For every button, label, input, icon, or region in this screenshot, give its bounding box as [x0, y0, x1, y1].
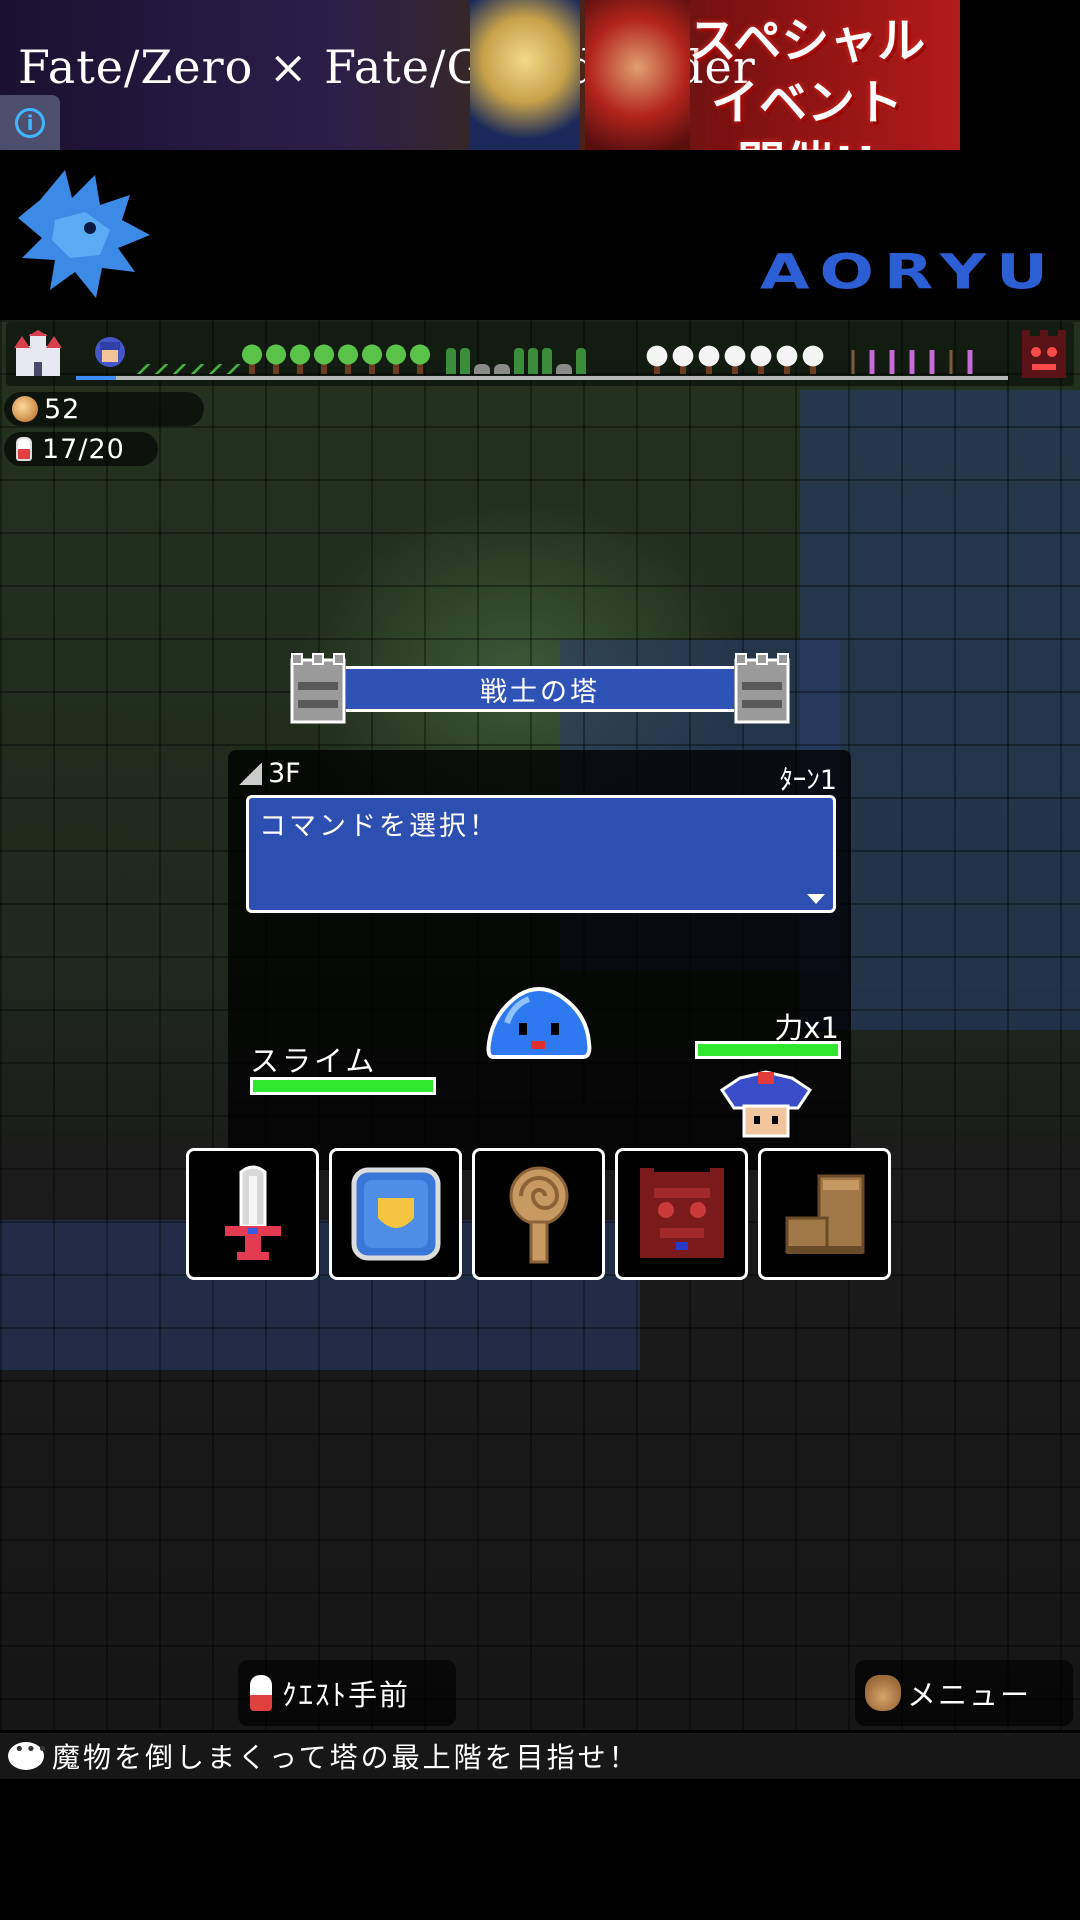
menu-label: メニュー [907, 1678, 1032, 1712]
slime-enemy-sprite[interactable] [483, 983, 595, 1063]
stamina-count: 17/20 [42, 433, 125, 465]
floor-indicator: 3F [238, 758, 301, 789]
ad-event-line2: 開催!! [672, 134, 942, 150]
escape-button[interactable] [758, 1148, 891, 1280]
sword-icon [224, 1165, 281, 1260]
ad-banner[interactable]: Fate/Zero × Fate/Grand Order スペシャルイベント 開… [0, 0, 960, 150]
turn-counter: ﾀｰﾝ1 [779, 765, 837, 796]
terrain-wasteland [846, 340, 978, 374]
hero-sprite [719, 1070, 813, 1138]
ad-title-right: スペシャルイベント 開催!! [672, 10, 942, 150]
message-next-icon [807, 894, 825, 904]
enemy-name: スライム [250, 1044, 378, 1078]
castle-icon [14, 330, 62, 376]
progress-track-fill [76, 376, 116, 380]
bag-icon [865, 1675, 901, 1711]
quest-return-button[interactable]: ｸｴｽﾄ手前 [238, 1660, 456, 1726]
floor-number: 3F [268, 758, 301, 789]
staff-icon [509, 1166, 568, 1264]
stamina-counter: 17/20 [4, 432, 158, 466]
boot-icon [785, 1174, 864, 1254]
turret-icon [734, 653, 790, 724]
coin-count: 52 [44, 393, 81, 425]
terrain-snow [646, 340, 824, 374]
potion-icon [250, 1675, 272, 1711]
attack-button[interactable] [186, 1148, 319, 1280]
hero-position-marker-icon [95, 337, 125, 367]
demon-icon [639, 1168, 724, 1258]
defend-button[interactable] [329, 1148, 462, 1280]
tip-text: 魔物を倒しまくって塔の最上階を目指せ！ [52, 1741, 640, 1774]
stairs-icon [238, 762, 262, 785]
dragon-logo-icon [18, 170, 150, 298]
shield-icon [351, 1167, 440, 1261]
player-hp-bar [695, 1041, 841, 1059]
battle-message: コマンドを選択！ [259, 811, 499, 842]
ad-event-line1: スペシャルイベント [688, 13, 926, 131]
info-icon: i [15, 107, 45, 138]
command-bar [186, 1148, 891, 1280]
enemy-hp-bar [250, 1077, 436, 1095]
brand-name: AORYU [759, 245, 1058, 301]
coin-icon [12, 396, 38, 422]
battle-message-box[interactable]: コマンドを選択！ [246, 795, 836, 913]
menu-button[interactable]: メニュー [855, 1660, 1073, 1726]
tip-bar: 魔物を倒しまくって塔の最上階を目指せ！ [0, 1733, 1080, 1779]
ad-info-button[interactable]: i [0, 95, 60, 150]
terrain-grass [136, 340, 240, 374]
terrain-forest [242, 340, 430, 374]
battle-panel: 3F ﾀｰﾝ1 コマンドを選択！ スライム 力x1 [228, 750, 851, 1170]
header: AORYU [0, 150, 1080, 320]
turret-icon [290, 653, 346, 724]
quest-return-label: ｸｴｽﾄ手前 [282, 1678, 411, 1712]
terrain-desert [446, 340, 586, 374]
magic-button[interactable] [472, 1148, 605, 1280]
quest-progress-strip [6, 322, 1074, 386]
progress-track [76, 376, 1008, 380]
ad-character-image [470, 0, 580, 150]
special-button[interactable] [615, 1148, 748, 1280]
tower-name-banner: 戦士の塔 [286, 652, 794, 726]
tower-name: 戦士の塔 [346, 666, 734, 712]
speech-bubble-icon [8, 1739, 49, 1770]
demon-tower-icon [1022, 330, 1066, 378]
potion-icon [16, 437, 32, 461]
coin-counter: 52 [4, 392, 204, 426]
